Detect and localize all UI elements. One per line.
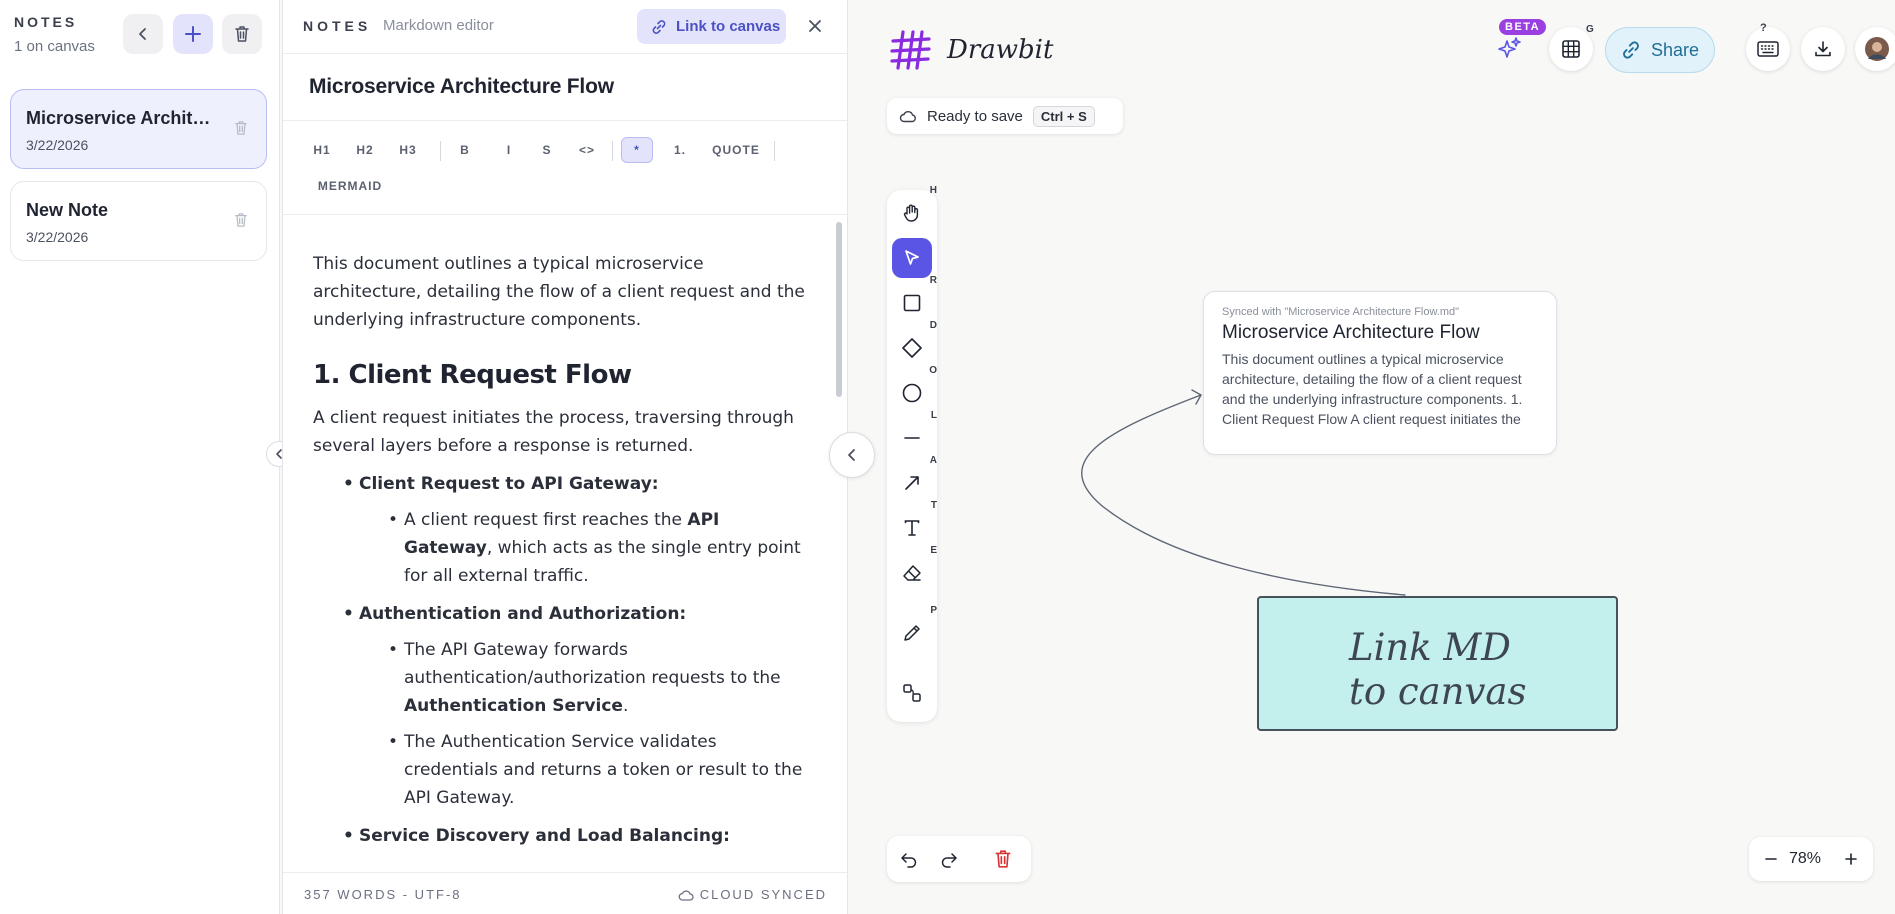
add-note-button[interactable] [173,14,213,54]
editor-footer: 357 WORDS - UTF-8 CLOUD SYNCED [283,872,847,914]
zoom-in-button[interactable] [1839,847,1863,871]
close-editor-button[interactable] [803,14,827,38]
note-item-title: New Note [26,200,109,220]
minus-icon [1765,858,1777,860]
markdown-toolbar: H1 H2 H3 B I S <> * 1. QUOTE MERMAID [283,120,847,215]
sync-status-label: CLOUD SYNCED [699,887,827,902]
toolbar-divider [774,141,775,161]
intro-paragraph: This document outlines a typical microse… [313,254,805,330]
redo-button[interactable] [937,847,961,871]
sub-item-text: . [622,696,629,716]
zoom-out-button[interactable] [1759,847,1783,871]
cloud-icon [678,889,694,901]
collapse-notes-button[interactable] [123,14,163,54]
note-list-item[interactable]: New Note 3/22/2026 [10,181,267,261]
notes-panel-title: NOTES [14,14,78,30]
list-item: Service Discovery and Load Balancing: [313,822,813,850]
h3-button[interactable]: H3 [393,137,423,163]
editor-header: NOTES Markdown editor Link to canvas [283,0,847,54]
editor-scrollbar[interactable] [836,222,842,397]
trash-icon [235,26,249,42]
plus-icon [185,26,201,42]
quote-button[interactable]: QUOTE [705,137,767,163]
editor-kind: Markdown editor [383,17,494,34]
note-item-title: Microservice Architecture Flow [26,108,211,128]
word-count: 357 WORDS - UTF-8 [304,887,462,902]
note-card-title: Microservice Architecture Flow [1222,322,1480,343]
link-to-canvas-label: Link to canvas [676,18,781,35]
canvas-rectangle-shape[interactable]: Link MD to canvas [1257,596,1618,731]
shape-text: Link MD to canvas [1349,626,1527,713]
delete-note-button[interactable] [234,120,248,136]
list-item: Authentication and Authorization: [313,600,813,628]
h2-button[interactable]: H2 [350,137,380,163]
link-icon [652,19,666,34]
sub-item-text: A client request first reaches the [404,510,688,530]
editor-content[interactable]: This document outlines a typical microse… [313,250,813,850]
connector-arrow[interactable] [849,0,1895,914]
delete-all-notes-button[interactable] [222,14,262,54]
note-item-date: 3/22/2026 [26,229,89,245]
sub-item-bold: Authentication Service [404,696,623,716]
history-bar [887,836,1031,882]
chevron-left-icon [139,28,146,40]
synced-label: Synced with "Microservice Architecture F… [1222,306,1460,318]
plus-icon [1845,853,1857,865]
trash-icon [235,213,247,227]
note-card-excerpt: This document outlines a typical microse… [1222,351,1523,427]
drawing-canvas[interactable]: Drawbit Ready to save Ctrl + S BETA G Sh… [849,0,1895,914]
delete-note-button[interactable] [234,212,248,228]
note-item-date: 3/22/2026 [26,137,89,153]
list-item-title: Service Discovery and Load Balancing: [359,826,730,846]
toolbar-divider [612,141,613,161]
note-list-item[interactable]: Microservice Architecture Flow 3/22/2026 [10,89,267,169]
section-heading: 1. Client Request Flow [313,360,632,390]
zoom-control: 78% [1749,837,1873,881]
document-title[interactable]: Microservice Architecture Flow [309,75,614,99]
sub-list-item: The API Gateway forwards authentication/… [313,636,813,720]
notes-list-panel: NOTES 1 on canvas Microservice Architect… [0,0,280,914]
list-item-title: Client Request to API Gateway: [359,474,659,494]
synced-note-card[interactable]: Synced with "Microservice Architecture F… [1203,291,1557,455]
notes-count: 1 on canvas [14,38,95,55]
h1-button[interactable]: H1 [307,137,337,163]
numbered-list-button[interactable]: 1. [667,137,693,163]
sub-item-text: The Authentication Service validates cre… [404,732,803,808]
section-paragraph: A client request initiates the process, … [313,408,794,456]
undo-button[interactable] [897,847,921,871]
list-item: Client Request to API Gateway: [313,470,813,498]
bold-button[interactable]: B [453,137,477,163]
sub-list-item: The Authentication Service validates cre… [313,728,813,812]
markdown-editor-panel: NOTES Markdown editor Link to canvas Mic… [282,0,848,914]
editor-label: NOTES [303,18,372,34]
redo-icon [941,853,957,868]
strikethrough-button[interactable]: S [535,137,559,163]
trash-icon [995,850,1011,868]
bullet-list: Client Request to API Gateway: A client … [313,470,813,850]
mermaid-button[interactable]: MERMAID [317,173,383,199]
delete-selection-button[interactable] [991,847,1015,871]
code-button[interactable]: <> [572,137,602,163]
toolbar-divider [440,141,441,161]
bullet-list-button[interactable]: * [621,137,653,163]
italic-button[interactable]: I [497,137,521,163]
sub-list-item: A client request first reaches the API G… [313,506,813,590]
undo-icon [901,853,917,868]
sync-status: CLOUD SYNCED [678,887,827,902]
list-item-title: Authentication and Authorization: [359,604,687,624]
close-icon [809,20,821,32]
sub-item-text: The API Gateway forwards authentication/… [404,640,781,688]
zoom-level: 78% [1789,850,1822,867]
notes-panel-header: NOTES 1 on canvas [14,14,95,55]
link-to-canvas-button[interactable]: Link to canvas [637,9,786,44]
trash-icon [235,121,247,135]
